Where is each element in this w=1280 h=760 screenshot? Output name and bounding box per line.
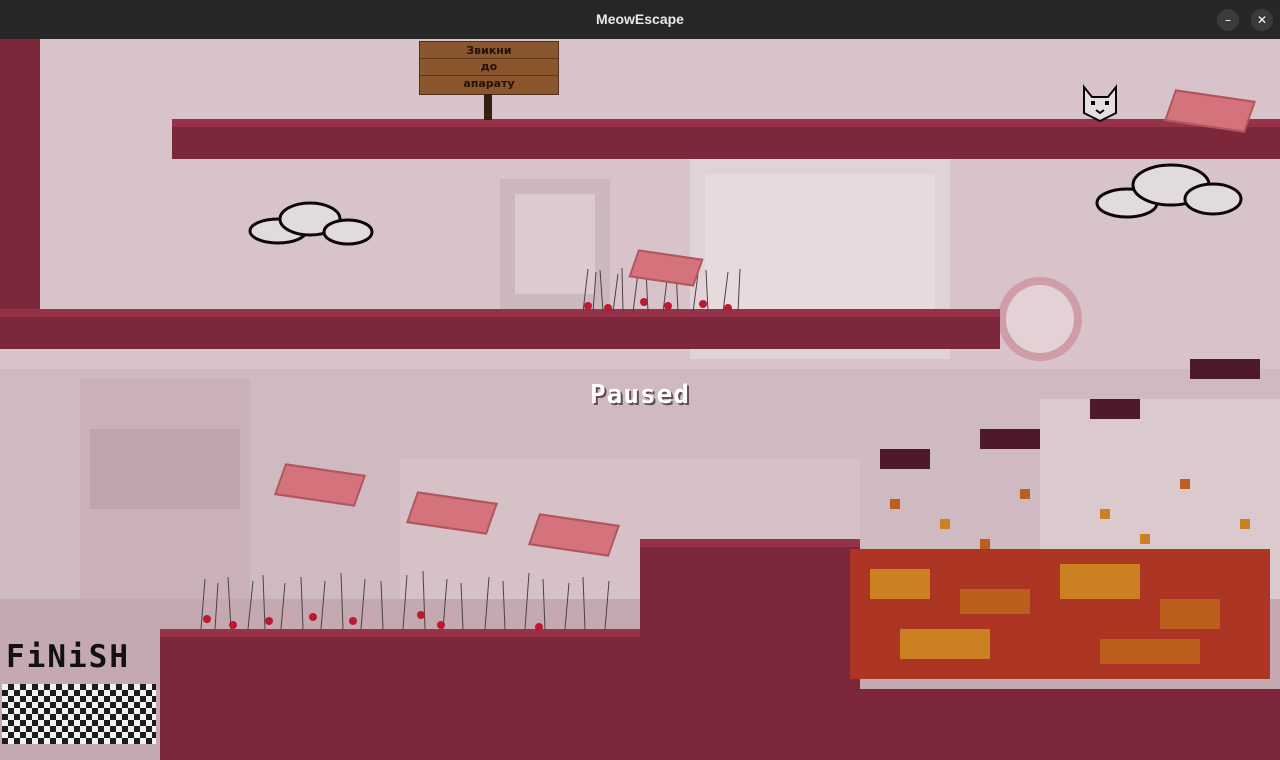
top-platform	[172, 119, 1280, 159]
ground-right	[860, 689, 1280, 760]
window-titlebar: MeowEscape – ✕	[0, 0, 1280, 39]
step-4	[1190, 359, 1260, 379]
sign-post	[484, 94, 492, 120]
lava-pool	[850, 479, 1270, 679]
sign-line-2: до	[480, 60, 498, 73]
minimize-button[interactable]: –	[1217, 9, 1239, 31]
cloud-icon	[248, 201, 374, 246]
ground-left	[160, 629, 660, 760]
hint-sign: Звикни до апарату	[419, 41, 559, 95]
ground-hill	[640, 539, 860, 760]
sign-line-1: Звикни	[466, 44, 512, 57]
close-button[interactable]: ✕	[1251, 9, 1273, 31]
game-canvas[interactable]: Звикни до апарату Paused FiNiSH	[0, 39, 1280, 760]
step-2	[980, 429, 1040, 449]
sign-line-3: апарату	[463, 77, 515, 90]
step-1	[880, 449, 930, 469]
cloud-icon	[1095, 163, 1243, 219]
paused-label: Paused	[590, 380, 690, 410]
spike-grass	[200, 570, 610, 631]
finish-flag	[2, 684, 156, 744]
middle-platform	[0, 309, 1000, 349]
window-title: MeowEscape	[596, 11, 684, 27]
left-wall	[0, 39, 40, 349]
finish-label: FiNiSH	[6, 639, 130, 675]
cat-icon	[1083, 84, 1117, 123]
